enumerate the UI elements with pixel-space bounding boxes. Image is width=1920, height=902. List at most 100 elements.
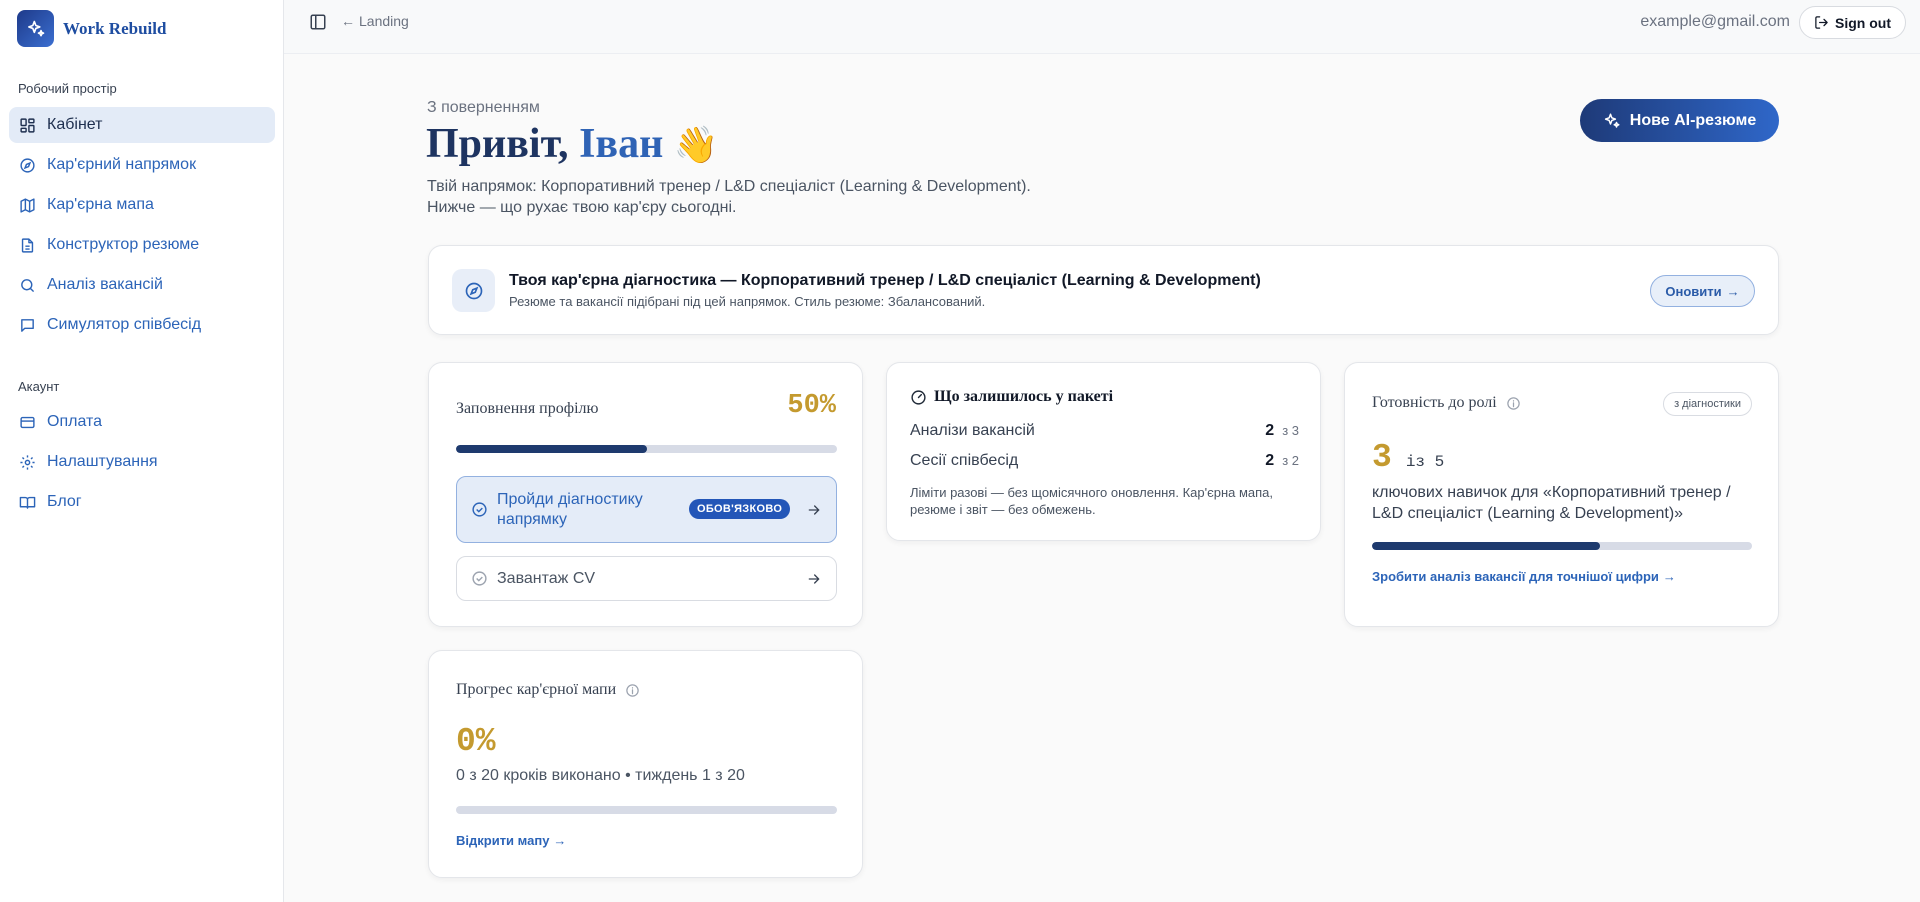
sidebar-item-label: Конструктор резюме	[47, 236, 200, 253]
info-icon[interactable]	[1506, 396, 1521, 411]
task-diagnostics[interactable]: Пройди діагностику напрямку ОБОВ'ЯЗКОВО	[456, 476, 837, 543]
sidebar-item-label: Кар'єрна мапа	[47, 196, 154, 213]
from-diagnostics-tag: з діагностики	[1663, 392, 1752, 416]
sidebar-item-dashboard[interactable]: Кабінет	[9, 107, 275, 143]
readiness-count: 3	[1372, 439, 1392, 476]
sidebar-item-label: Оплата	[47, 413, 103, 430]
sign-out-label: Sign out	[1835, 14, 1891, 31]
readiness-progress-bar	[1372, 542, 1752, 550]
welcome-back-label: З поверненням	[427, 99, 540, 116]
profile-completion-card: Заповнення профілю 50% Пройди діагностик…	[428, 362, 863, 627]
career-map-progress-card: Прогрес кар'єрної мапи 0% 0 з 20 кроків …	[428, 650, 863, 878]
package-note: Ліміти разові — без щомісячного оновленн…	[910, 485, 1274, 517]
sparkles-icon	[17, 10, 54, 47]
workspace-nav: Кабінет Кар'єрний напрямок Кар'єрна мапа…	[9, 107, 275, 347]
task-diagnostics-label: Пройди діагностику напрямку	[497, 490, 643, 528]
gear-icon	[20, 454, 35, 470]
sidebar-item-career-map[interactable]: Кар'єрна мапа	[9, 187, 275, 223]
sidebar-item-payment[interactable]: Оплата	[9, 404, 275, 440]
sidebar-item-vacancy-analysis[interactable]: Аналіз вакансій	[9, 267, 275, 303]
compass-icon	[20, 157, 35, 173]
readiness-progress-fill	[1372, 542, 1600, 550]
readiness-total: із 5	[1405, 453, 1445, 471]
refresh-label: Оновити	[1665, 283, 1722, 299]
greeting-text: Привіт,	[426, 121, 569, 167]
arrow-right-icon: →	[553, 833, 567, 848]
package-row-label: Аналізи вакансій	[910, 422, 1035, 439]
sidebar-item-interview-simulator[interactable]: Симулятор співбесід	[9, 307, 275, 343]
topbar: ← Landing example@gmail.com Sign out	[284, 0, 1920, 54]
account-section-title: Акаунт	[18, 379, 60, 394]
readiness-header: Готовність до ролі	[1372, 394, 1521, 412]
profile-completion-percent: 50%	[787, 391, 836, 421]
sidebar-item-label: Налаштування	[47, 453, 158, 470]
open-map-label: Відкрити мапу	[456, 833, 550, 848]
workspace-section-title: Робочий простір	[18, 81, 117, 96]
document-icon	[21, 237, 34, 253]
book-icon	[19, 496, 36, 509]
page-title: Привіт, Іван 👋	[426, 120, 719, 168]
arrow-left-icon: ←	[341, 13, 355, 29]
sidebar-item-label: Аналіз вакансій	[47, 276, 163, 293]
package-row-total: з 2	[1282, 453, 1299, 468]
sidebar-item-blog[interactable]: Блог	[9, 484, 275, 520]
arrow-right-icon	[808, 504, 820, 515]
package-row-vacancies: Аналізи вакансій 2 з 3	[910, 422, 1299, 440]
sidebar-item-label: Кар'єрний напрямок	[47, 156, 197, 173]
task-upload-cv-label: Завантаж CV	[497, 569, 596, 587]
analyze-vacancy-link[interactable]: Зробити аналіз вакансії для точнішої циф…	[1372, 569, 1676, 584]
package-row-total: з 3	[1282, 423, 1299, 438]
readiness-score: 3 із 5	[1372, 439, 1444, 476]
diagnostics-title: Твоя кар'єрна діагностика — Корпоративни…	[509, 272, 1261, 289]
new-ai-resume-label: Нове AI-резюме	[1629, 111, 1757, 129]
check-circle-icon	[472, 571, 487, 586]
subtitle-description: Нижче — що рухає твою кар'єру сьогодні.	[427, 199, 737, 216]
sidebar-toggle-icon[interactable]	[309, 13, 327, 31]
back-link-label: Landing	[359, 13, 409, 29]
sidebar: Work Rebuild Робочий простір Кабінет Кар…	[0, 0, 284, 902]
sidebar-item-career-direction[interactable]: Кар'єрний напрямок	[9, 147, 275, 183]
sparkles-icon	[1604, 113, 1620, 128]
refresh-button[interactable]: Оновити →	[1650, 275, 1755, 307]
account-nav: Оплата Налаштування Блог	[9, 404, 275, 524]
compass-icon	[452, 269, 495, 312]
arrow-right-icon	[808, 573, 820, 584]
sidebar-item-settings[interactable]: Налаштування	[9, 444, 275, 480]
profile-progress-bar	[456, 445, 837, 453]
required-badge: ОБОВ'ЯЗКОВО	[689, 499, 791, 519]
package-row-interviews: Сесії співбесід 2 з 2	[910, 452, 1299, 470]
analyze-vacancy-label: Зробити аналіз вакансії для точнішої циф…	[1372, 569, 1659, 584]
open-map-link[interactable]: Відкрити мапу →	[456, 833, 566, 848]
readiness-title: Готовність до ролі	[1372, 394, 1497, 411]
diagnostics-banner: Твоя кар'єрна діагностика — Корпоративни…	[428, 245, 1779, 335]
package-header: Що залишилось у пакеті	[910, 388, 1113, 406]
package-remaining-card: Що залишилось у пакеті Аналізи вакансій …	[886, 362, 1321, 541]
sidebar-item-label: Симулятор співбесід	[47, 316, 202, 333]
check-circle-icon	[472, 502, 487, 517]
readiness-description: ключових навичок для «Корпоративний трен…	[1372, 484, 1731, 522]
credit-card-icon	[20, 416, 35, 428]
package-row-count: 2	[1265, 452, 1275, 469]
arrow-right-icon: →	[1726, 283, 1740, 299]
arrow-right-icon: →	[1662, 569, 1676, 584]
profile-completion-title: Заповнення профілю	[456, 400, 599, 417]
map-icon	[20, 197, 35, 213]
new-ai-resume-button[interactable]: Нове AI-резюме	[1580, 99, 1779, 142]
role-readiness-card: Готовність до ролі з діагностики 3 із 5 …	[1344, 362, 1779, 627]
package-title: Що залишилось у пакеті	[934, 388, 1114, 405]
info-icon[interactable]	[625, 683, 640, 698]
user-name: Іван	[579, 121, 664, 167]
package-row-label: Сесії співбесід	[910, 452, 1019, 469]
career-map-header: Прогрес кар'єрної мапи	[456, 681, 640, 699]
diagnostics-subtitle: Резюме та вакансії підібрані під цей нап…	[509, 294, 986, 309]
sidebar-item-label: Кабінет	[47, 116, 103, 133]
dashboard-grid-icon	[20, 117, 35, 133]
back-to-landing-link[interactable]: ← Landing	[341, 13, 409, 29]
brand[interactable]: Work Rebuild	[17, 10, 166, 47]
sidebar-item-label: Блог	[47, 493, 82, 510]
sidebar-item-resume-builder[interactable]: Конструктор резюме	[9, 227, 275, 263]
search-icon	[21, 278, 34, 292]
sign-out-button[interactable]: Sign out	[1799, 6, 1906, 39]
user-email: example@gmail.com	[1640, 13, 1790, 30]
task-upload-cv[interactable]: Завантаж CV	[456, 556, 837, 601]
